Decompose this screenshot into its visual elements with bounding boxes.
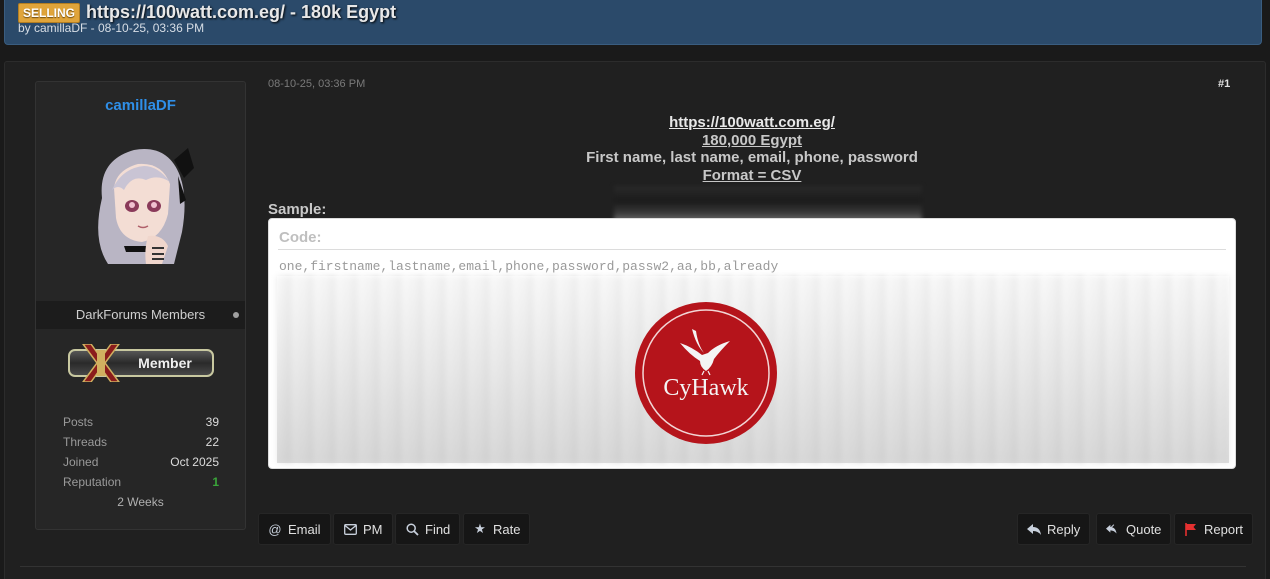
code-divider	[278, 249, 1226, 250]
envelope-icon	[343, 522, 357, 536]
post-date: 08-10-25, 03:36 PM	[268, 78, 366, 90]
thread-header: SELLING https://100watt.com.eg/ - 180k E…	[4, 0, 1262, 45]
author-stats: Posts 39 Threads 22 Joined Oct 2025 Repu…	[63, 415, 219, 495]
thread-title: https://100watt.com.eg/ - 180k Egypt	[86, 1, 397, 22]
stat-label: Posts	[63, 415, 94, 429]
cyhawk-logo: CyHawk	[635, 302, 777, 444]
format-line: Format = CSV	[702, 166, 802, 184]
target-url-link[interactable]: https://100watt.com.eg/	[669, 114, 835, 131]
quote-button[interactable]: Quote	[1096, 513, 1172, 545]
quote-button-label: Quote	[1126, 521, 1162, 537]
user-group-label: DarkForums Members	[75, 307, 206, 322]
flag-icon	[1184, 522, 1198, 536]
email-button-label: Email	[288, 521, 321, 537]
rate-button-label: Rate	[493, 521, 521, 537]
code-block: Code: one,firstname,lastname,email,phone…	[268, 218, 1236, 469]
report-button-label: Report	[1204, 521, 1244, 537]
stat-value: Oct 2025	[170, 455, 219, 469]
reply-icon	[1027, 522, 1041, 536]
thread-meta: by camillaDF - 08-10-25, 03:36 PM	[18, 21, 205, 35]
post-divider	[20, 566, 1246, 567]
reply-button[interactable]: Reply	[1017, 513, 1091, 545]
code-block-title: Code:	[279, 229, 322, 246]
stat-row-reputation: Reputation 1	[63, 475, 219, 495]
rate-button[interactable]: ★ Rate	[463, 513, 531, 545]
pm-button-label: PM	[363, 521, 383, 537]
cyhawk-logo-text: CyHawk	[663, 375, 748, 401]
star-icon: ★	[474, 521, 486, 536]
report-button[interactable]: Report	[1174, 513, 1254, 545]
author-panel: camillaDF DarkForums Members Member Post…	[35, 81, 246, 530]
thread-title-row: SELLING https://100watt.com.eg/ - 180k E…	[18, 1, 396, 23]
selling-prefix-badge[interactable]: SELLING	[18, 3, 81, 23]
stat-value: 22	[205, 435, 219, 449]
code-header-line: one,firstname,lastname,email,phone,passw…	[279, 259, 779, 274]
post-content-header: https://100watt.com.eg/ 180,000 Egypt Fi…	[500, 114, 1004, 184]
field-list: First name, last name, email, phone, pas…	[586, 149, 918, 166]
find-button[interactable]: Find	[395, 513, 461, 545]
email-button[interactable]: @ Email	[258, 513, 331, 545]
find-button-label: Find	[425, 521, 451, 537]
stat-label: Joined	[63, 455, 99, 469]
stat-label: Threads	[63, 435, 108, 449]
stat-value: 39	[205, 415, 219, 429]
offline-status-icon	[233, 312, 239, 318]
quote-icon	[1106, 522, 1120, 536]
stat-row-threads: Threads 22	[63, 435, 219, 455]
user-group: DarkForums Members	[36, 301, 245, 329]
search-icon	[405, 522, 419, 536]
sample-label: Sample:	[268, 201, 327, 218]
stat-label: Reputation	[63, 475, 122, 489]
author-username[interactable]: camillaDF	[36, 97, 245, 114]
record-count: 180,000 Egypt	[701, 131, 803, 149]
reply-button-label: Reply	[1047, 521, 1081, 537]
stat-row-posts: Posts 39	[63, 415, 219, 435]
pm-button[interactable]: PM	[333, 513, 393, 545]
member-since: 2 Weeks	[117, 495, 164, 509]
post-number-link[interactable]: #1	[1218, 78, 1230, 90]
user-avatar[interactable]	[88, 140, 196, 264]
member-rank-badge: Member	[68, 344, 214, 382]
rank-label: Member	[138, 355, 192, 371]
at-icon: @	[268, 521, 282, 537]
reputation-value[interactable]: 1	[212, 475, 219, 495]
stat-row-joined: Joined Oct 2025	[63, 455, 219, 475]
